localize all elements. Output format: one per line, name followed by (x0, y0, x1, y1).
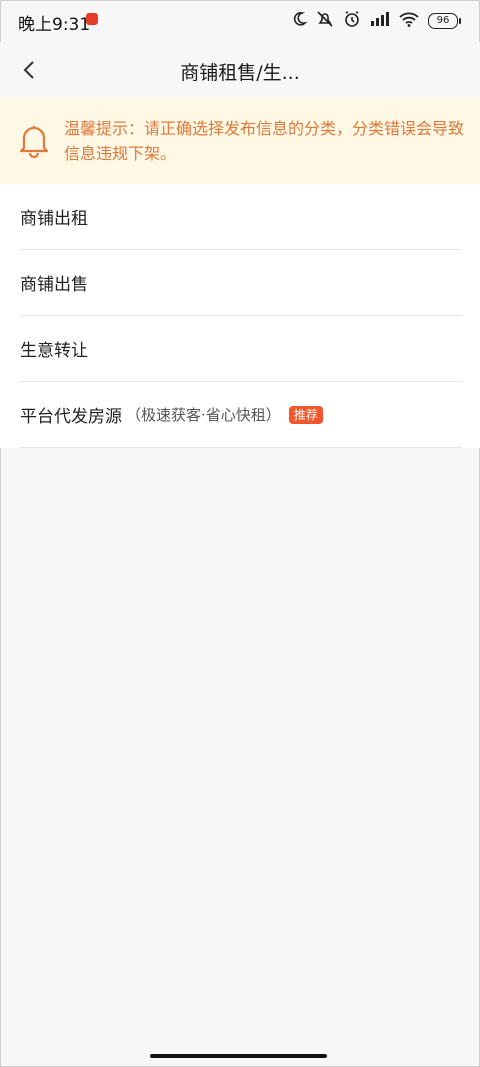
tip-text: 温馨提示：请正确选择发布信息的分类，分类错误会导致信息违规下架。 (64, 119, 465, 163)
list-item-label: 生意转让 (20, 341, 88, 361)
battery-icon: 96 (428, 13, 461, 29)
list-item-label: 平台代发房源 (20, 407, 122, 427)
status-icons: 96 (291, 10, 461, 32)
recommend-badge: 推荐 (288, 405, 323, 424)
page-title: 商铺租售/生... (180, 62, 300, 84)
list-item-label: 商铺出租 (20, 209, 88, 229)
list-item-shop-rent[interactable]: 商铺出租 (20, 184, 462, 250)
list-item-shop-sale[interactable]: 商铺出售 (20, 250, 462, 316)
alarm-icon (343, 10, 361, 32)
list-item-business-transfer[interactable]: 生意转让 (20, 316, 462, 382)
signal-icon (370, 11, 390, 31)
mute-icon (316, 10, 334, 32)
status-time: 晚上9:31 (18, 15, 91, 35)
nav-bar: 商铺租售/生... (0, 42, 480, 98)
notification-app-icon (86, 13, 98, 25)
list-item-subtitle: （极速获客·省心快租） (126, 406, 281, 424)
moon-icon (291, 11, 308, 31)
wifi-icon (399, 11, 419, 31)
list-item-label: 商铺出售 (20, 275, 88, 295)
warning-tip: 温馨提示：请正确选择发布信息的分类，分类错误会导致信息违规下架。 (0, 98, 480, 184)
bell-icon (18, 122, 50, 159)
status-bar: 晚上9:31 96 (0, 0, 480, 42)
list-item-platform-listing[interactable]: 平台代发房源 （极速获客·省心快租） 推荐 (20, 382, 462, 448)
home-indicator[interactable] (150, 1054, 327, 1058)
category-list: 商铺出租 商铺出售 生意转让 平台代发房源 （极速获客·省心快租） 推荐 (0, 184, 480, 448)
